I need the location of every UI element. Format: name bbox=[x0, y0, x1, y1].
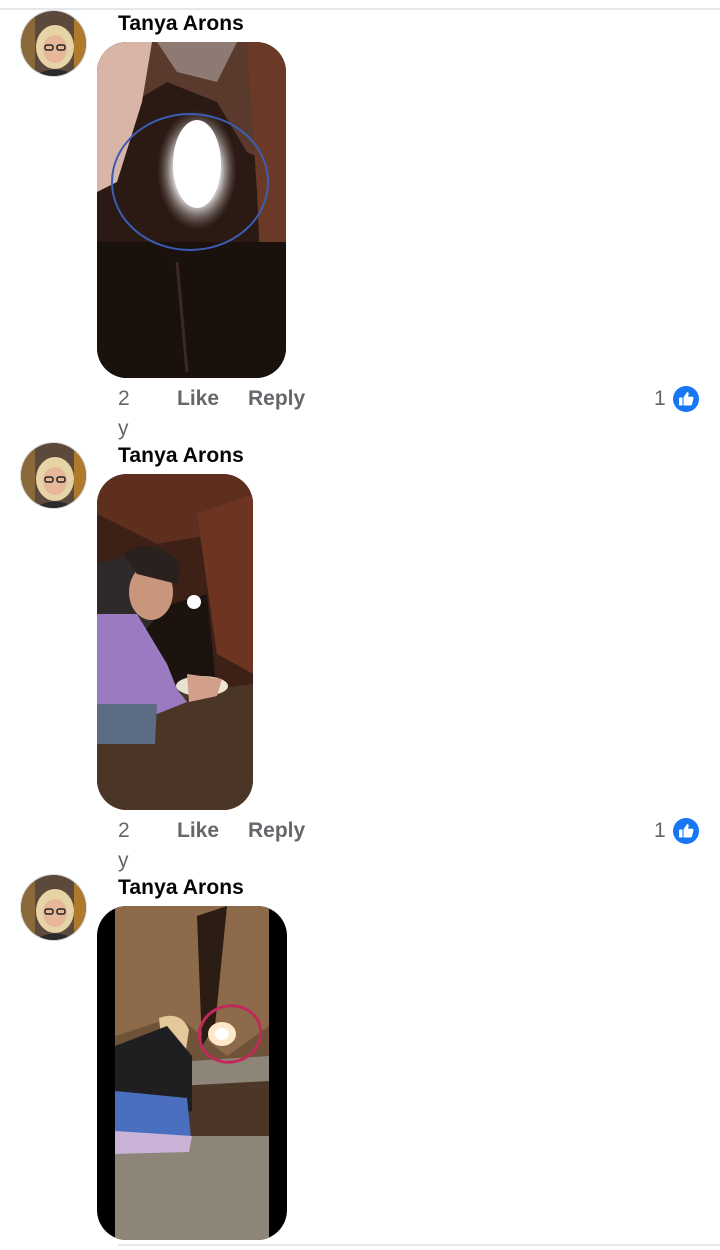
comment-author[interactable]: Tanya Arons bbox=[118, 444, 244, 468]
reaction-count: 1 bbox=[654, 819, 666, 842]
comment-timestamp[interactable]: 2 y bbox=[118, 816, 130, 876]
bottom-divider bbox=[118, 1244, 720, 1246]
thumbs-up-like-icon bbox=[673, 386, 699, 412]
comment-author[interactable]: Tanya Arons bbox=[118, 876, 244, 900]
reaction-count: 1 bbox=[654, 387, 666, 410]
thumbs-up-like-icon bbox=[673, 818, 699, 844]
comment-photo[interactable] bbox=[97, 474, 253, 810]
comment-author[interactable]: Tanya Arons bbox=[118, 12, 244, 36]
top-divider bbox=[0, 8, 720, 10]
like-button[interactable]: Like bbox=[177, 384, 219, 414]
comment-photo[interactable] bbox=[97, 42, 286, 378]
reply-button[interactable]: Reply bbox=[248, 384, 305, 414]
comment-timestamp[interactable]: 2 y bbox=[118, 384, 130, 444]
reply-button[interactable]: Reply bbox=[248, 816, 305, 846]
like-button[interactable]: Like bbox=[177, 816, 219, 846]
avatar[interactable] bbox=[20, 442, 87, 509]
avatar[interactable] bbox=[20, 874, 87, 941]
avatar[interactable] bbox=[20, 10, 87, 77]
comment-photo[interactable] bbox=[97, 906, 287, 1240]
